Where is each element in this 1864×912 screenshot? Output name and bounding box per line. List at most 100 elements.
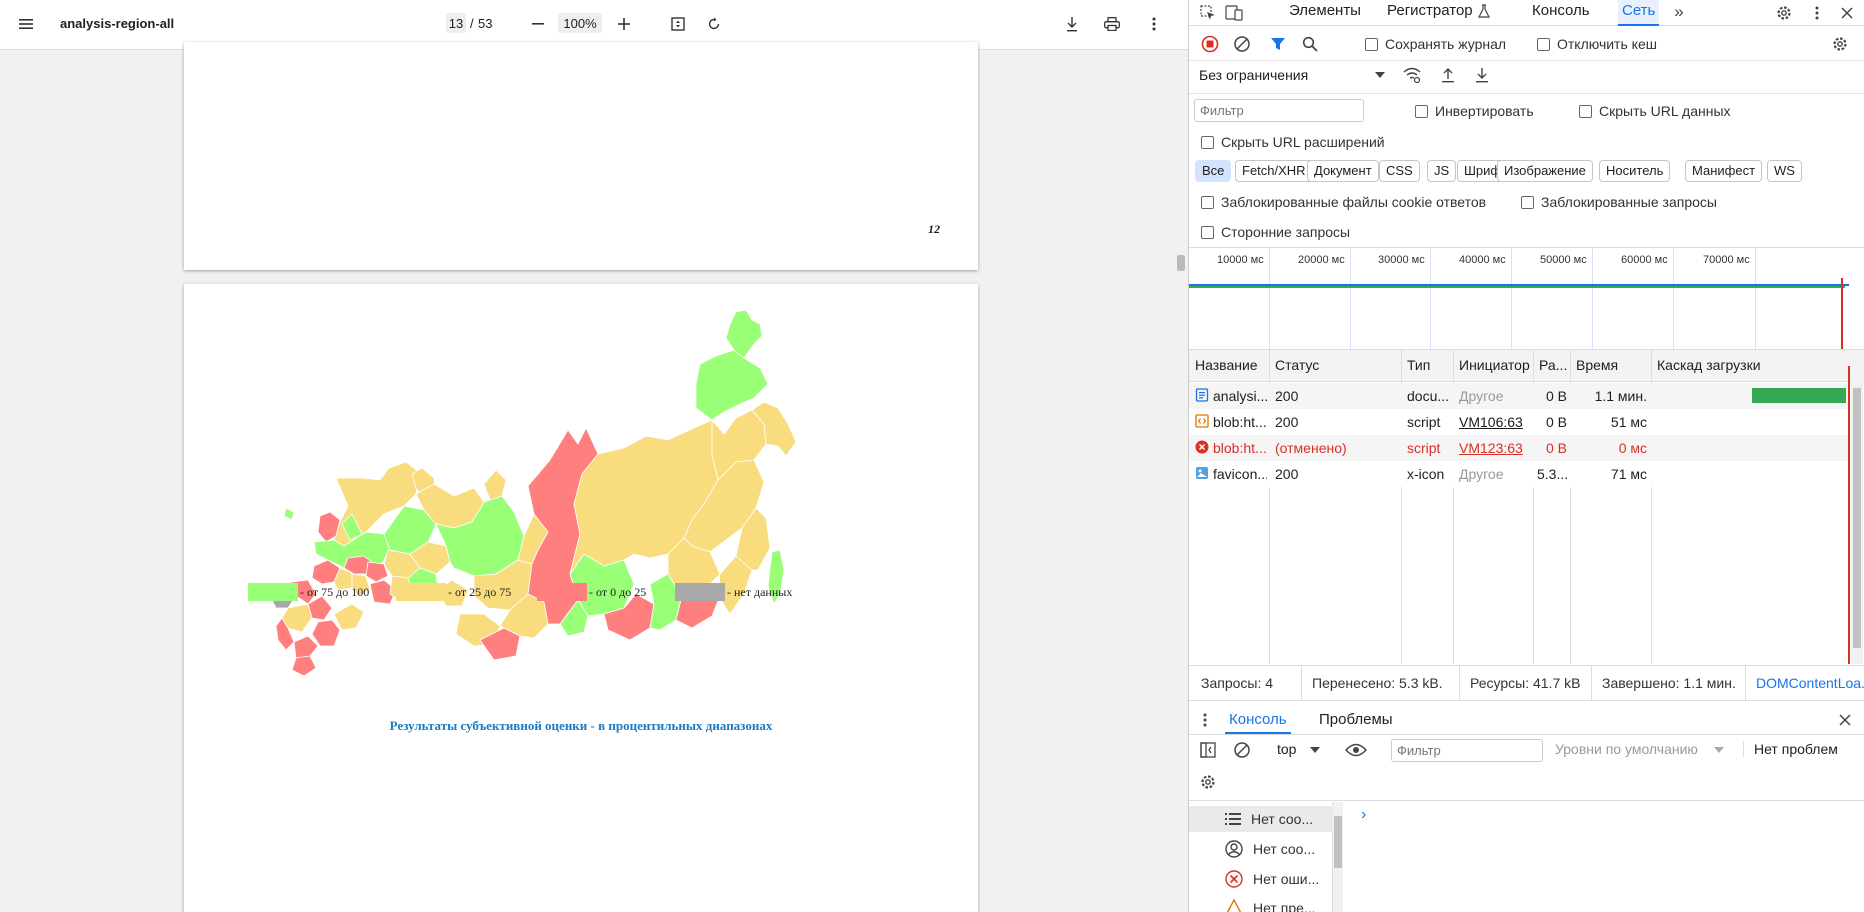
warning-icon — [1226, 899, 1242, 912]
import-har-icon[interactable] — [1437, 64, 1459, 86]
blocked-requests-label: Заблокированные запросы — [1541, 194, 1717, 210]
console-context-select[interactable]: top — [1277, 741, 1296, 757]
filter-pill-0[interactable]: Все — [1195, 160, 1232, 182]
print-icon[interactable] — [1100, 12, 1124, 36]
disable-cache-checkbox[interactable]: Отключить кеш — [1537, 36, 1657, 52]
download-icon[interactable] — [1060, 12, 1084, 36]
menu-icon[interactable] — [14, 12, 38, 36]
filter-pill-9[interactable]: WS — [1767, 160, 1802, 182]
filter-icon[interactable] — [1267, 33, 1289, 55]
log-levels-select[interactable]: Уровни по умолчанию — [1555, 741, 1698, 757]
network-conditions-icon[interactable] — [1401, 64, 1423, 86]
hide-extension-urls-checkbox[interactable]: Скрыть URL расширений — [1201, 134, 1385, 150]
throttling-select[interactable]: Без ограничения — [1199, 67, 1308, 83]
tab-network[interactable]: Сеть — [1618, 0, 1660, 26]
summary-dom-content-loaded[interactable]: DOMContentLoa... — [1745, 666, 1864, 700]
request-initiator[interactable]: VM106:63 — [1459, 409, 1531, 435]
request-initiator: Другое — [1459, 388, 1504, 404]
console-filter-input[interactable] — [1391, 739, 1543, 762]
request-row[interactable]: blob:ht... 200 script VM106:63 0 B 51 мс — [1189, 409, 1849, 435]
filter-pill-3[interactable]: CSS — [1379, 160, 1420, 182]
hide-data-urls-checkbox[interactable]: Скрыть URL данных — [1579, 103, 1731, 119]
request-row[interactable]: analysi... 200 docu... Другое 0 B 1.1 мин. — [1189, 383, 1849, 409]
close-devtools-icon[interactable] — [1837, 2, 1857, 24]
third-party-checkbox[interactable]: Сторонние запросы — [1201, 224, 1350, 240]
request-initiator[interactable]: VM123:63 — [1459, 435, 1531, 461]
sidebar-item-user-messages[interactable]: Нет соо... — [1225, 836, 1315, 862]
filter-pill-1[interactable]: Fetch/XHR — [1235, 160, 1313, 182]
dropdown-arrow-icon[interactable] — [1373, 67, 1387, 83]
live-expression-eye-icon[interactable] — [1343, 738, 1369, 762]
sidebar-scrollbar[interactable] — [1333, 802, 1343, 912]
sidebar-item-messages[interactable]: Нет соо... — [1225, 806, 1313, 832]
request-size: 0 B — [1545, 440, 1567, 456]
request-name: favicon.... — [1213, 466, 1267, 482]
rotate-icon[interactable] — [702, 12, 726, 36]
customize-menu-icon[interactable] — [1807, 2, 1827, 24]
blocked-cookies-checkbox[interactable]: Заблокированные файлы cookie ответов — [1201, 194, 1486, 210]
request-size: 5.3... — [1537, 466, 1567, 482]
tab-console[interactable]: Консоль — [1532, 0, 1590, 26]
filter-input[interactable] — [1194, 99, 1364, 122]
zoom-in-icon[interactable] — [612, 12, 636, 36]
fit-page-icon[interactable] — [666, 12, 690, 36]
network-overview-timeline[interactable]: 10000 мс 20000 мс 30000 мс 40000 мс 50000 мс… — [1189, 248, 1864, 350]
scrollbar-thumb[interactable] — [1334, 816, 1342, 868]
blocked-requests-checkbox[interactable]: Заблокированные запросы — [1521, 194, 1717, 210]
record-stop-icon[interactable] — [1199, 33, 1221, 55]
export-har-icon[interactable] — [1471, 64, 1493, 86]
scrollbar-thumb[interactable] — [1177, 255, 1185, 271]
sidebar-item-errors[interactable]: Нет оши... — [1225, 866, 1319, 892]
inspect-element-icon[interactable] — [1197, 2, 1219, 24]
clear-console-icon[interactable] — [1231, 738, 1253, 762]
divider — [1189, 60, 1864, 61]
scrollbar-thumb[interactable] — [1853, 388, 1861, 648]
zoom-out-icon[interactable] — [526, 12, 550, 36]
filter-pill-2[interactable]: Документ — [1307, 160, 1379, 182]
request-row[interactable]: blob:ht... (отменено) script VM123:63 0 B 0 м… — [1189, 435, 1849, 461]
filter-pill-6[interactable]: Изображение — [1497, 160, 1593, 182]
zoom-level-input[interactable]: 100% — [558, 13, 602, 33]
filter-pill-7[interactable]: Носитель — [1599, 160, 1671, 182]
tab-recorder[interactable]: Регистратор — [1387, 0, 1473, 26]
device-toolbar-icon[interactable] — [1223, 2, 1245, 24]
waterfall-bar — [1752, 388, 1846, 403]
viewer-scrollbar[interactable] — [1174, 50, 1188, 912]
request-name: blob:ht... — [1213, 414, 1267, 430]
more-tabs-icon[interactable]: » — [1669, 2, 1689, 22]
console-settings-gear-icon[interactable] — [1197, 770, 1219, 794]
table-scrollbar[interactable] — [1851, 380, 1863, 664]
filter-pill-4[interactable]: JS — [1427, 160, 1457, 182]
tab-elements[interactable]: Элементы — [1289, 0, 1361, 26]
drawer-menu-icon[interactable] — [1199, 708, 1211, 732]
settings-gear-icon[interactable] — [1773, 2, 1795, 24]
column-header-3[interactable]: Инициатор — [1453, 349, 1533, 382]
column-header-5[interactable]: Время — [1570, 349, 1651, 382]
console-prompt[interactable]: › — [1361, 806, 1366, 824]
request-time: 0 мс — [1618, 440, 1647, 456]
column-header-2[interactable]: Тип — [1401, 349, 1453, 382]
search-icon[interactable] — [1299, 33, 1321, 55]
dropdown-arrow-icon[interactable] — [1309, 742, 1321, 758]
filter-pill-8[interactable]: Манифест — [1685, 160, 1763, 182]
console-sidebar-toggle-icon[interactable] — [1197, 738, 1219, 762]
column-header-1[interactable]: Статус — [1269, 349, 1401, 382]
column-header-0[interactable]: Название — [1189, 349, 1269, 382]
preserve-log-checkbox[interactable]: Сохранять журнал — [1365, 36, 1506, 52]
close-drawer-icon[interactable] — [1835, 708, 1855, 732]
divider — [1189, 800, 1864, 801]
invert-checkbox[interactable]: Инвертировать — [1415, 103, 1534, 119]
clear-icon[interactable] — [1231, 33, 1253, 55]
request-row[interactable]: favicon.... 200 x-icon Другое 5.3... 71 мс — [1189, 461, 1849, 487]
map-caption: Результаты субъективной оценки - в проце… — [389, 718, 773, 733]
more-options-icon[interactable] — [1142, 12, 1166, 36]
issues-count[interactable]: Нет проблем — [1743, 741, 1838, 757]
column-header-6[interactable]: Каскад загрузки — [1651, 349, 1851, 382]
dropdown-arrow-icon[interactable] — [1713, 742, 1725, 758]
drawer-tab-console[interactable]: Консоль — [1225, 706, 1291, 734]
column-header-4[interactable]: Ра... — [1533, 349, 1570, 382]
page-number-input[interactable]: 13 — [446, 13, 466, 33]
sidebar-item-warnings[interactable]: Нет пре... — [1225, 895, 1316, 912]
network-settings-gear-icon[interactable] — [1829, 33, 1851, 55]
drawer-tab-issues[interactable]: Проблемы — [1319, 706, 1393, 734]
